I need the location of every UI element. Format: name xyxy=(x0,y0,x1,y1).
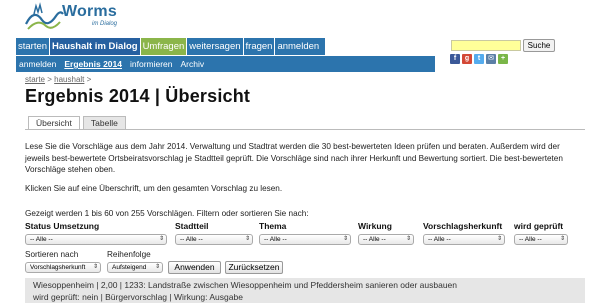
filter-thema-select[interactable]: -- Alle -- ⇕ xyxy=(259,234,351,245)
logo-wave-icon xyxy=(25,2,64,30)
filter-thema-label: Thema xyxy=(259,221,287,231)
nav-starten[interactable]: starten xyxy=(16,38,50,55)
search-button[interactable]: Suche xyxy=(523,39,555,52)
breadcrumb-trail: > xyxy=(86,75,92,84)
chevron-down-icon: ⇕ xyxy=(559,236,565,242)
breadcrumb-separator: > xyxy=(47,75,52,84)
filter-geprueft-value: -- Alle -- xyxy=(519,236,542,243)
order-label: Reihenfolge xyxy=(107,250,151,259)
intro-text: Lese Sie die Vorschläge aus dem Jahr 201… xyxy=(25,142,563,174)
filter-wirkung-select[interactable]: -- Alle -- ⇕ xyxy=(358,234,414,245)
tab-tabelle[interactable]: Tabelle xyxy=(82,116,126,129)
filter-wirkung-value: -- Alle -- xyxy=(363,236,386,243)
share-icon[interactable]: + xyxy=(498,54,508,64)
google-plus-icon[interactable]: g xyxy=(462,54,472,64)
filter-herkunft-select[interactable]: -- Alle -- ⇕ xyxy=(423,234,505,245)
email-icon[interactable]: ✉ xyxy=(486,54,496,64)
order-select[interactable]: Aufsteigend ⇕ xyxy=(107,262,163,273)
result-count: Gezeigt werden 1 bis 60 von 255 Vorschlä… xyxy=(25,209,309,218)
search-input[interactable] xyxy=(451,40,521,51)
result-meta: wird geprüft: nein | Bürgervorschlag | W… xyxy=(33,292,243,302)
logo-name: Worms xyxy=(62,3,117,20)
breadcrumb-section[interactable]: haushalt xyxy=(54,75,84,84)
nav-haushalt-im-dialog[interactable]: Haushalt im Dialog xyxy=(50,38,140,55)
worms-logo[interactable]: Worms im Dialog xyxy=(24,2,124,34)
subnav-ergebnis-2014[interactable]: Ergebnis 2014 xyxy=(64,59,122,69)
subnav-anmelden[interactable]: anmelden xyxy=(19,59,56,69)
order-value: Aufsteigend xyxy=(112,264,147,271)
filter-herkunft-label: Vorschlagsherkunft xyxy=(423,221,503,231)
filter-geprueft-select[interactable]: -- Alle -- ⇕ xyxy=(514,234,568,245)
facebook-icon[interactable]: f xyxy=(450,54,460,64)
filter-stadtteil-label: Stadtteil xyxy=(175,221,209,231)
nav-weitersagen[interactable]: weitersagen xyxy=(187,38,243,55)
logo-tagline: im Dialog xyxy=(92,21,118,27)
nav-fragen[interactable]: fragen xyxy=(243,38,275,55)
subnav-archiv[interactable]: Archiv xyxy=(181,59,205,69)
filter-stadtteil-select[interactable]: -- Alle -- ⇕ xyxy=(175,234,253,245)
sort-value: Vorschlagsherkunft xyxy=(30,264,86,271)
filter-status-label: Status Umsetzung xyxy=(25,221,100,231)
main-nav: starten Haushalt im Dialog Umfragen weit… xyxy=(16,38,326,55)
filter-wirkung-label: Wirkung xyxy=(358,221,392,231)
chevron-down-icon: ⇕ xyxy=(342,236,348,242)
chevron-down-icon: ⇕ xyxy=(92,264,98,270)
social-icons: f g t ✉ + xyxy=(450,54,508,64)
result-list-item[interactable]: Wiesoppenheim | 2,00 | 1233: Landstraße … xyxy=(25,278,585,303)
nav-anmelden[interactable]: anmelden xyxy=(275,38,326,55)
reset-button[interactable]: Zurücksetzen xyxy=(225,261,283,274)
twitter-icon[interactable]: t xyxy=(474,54,484,64)
filter-stadtteil-value: -- Alle -- xyxy=(180,236,203,243)
chevron-down-icon: ⇕ xyxy=(158,236,164,242)
tabs-divider xyxy=(25,129,585,130)
view-tabs: Übersicht Tabelle xyxy=(28,116,126,129)
page-title: Ergebnis 2014 | Übersicht xyxy=(25,86,251,106)
filter-status-select[interactable]: -- Alle -- ⇕ xyxy=(25,234,167,245)
chevron-down-icon: ⇕ xyxy=(154,264,160,270)
sort-label: Sortieren nach xyxy=(25,250,79,259)
tab-uebersicht[interactable]: Übersicht xyxy=(28,116,80,129)
subnav-informieren[interactable]: informieren xyxy=(130,59,173,69)
filter-geprueft-label: wird geprüft xyxy=(514,221,564,231)
breadcrumb: starte > haushalt > xyxy=(25,75,91,84)
nav-umfragen[interactable]: Umfragen xyxy=(140,38,187,55)
chevron-down-icon: ⇕ xyxy=(496,236,502,242)
hint-text: Klicken Sie auf eine Überschrift, um den… xyxy=(25,184,283,193)
sub-nav: anmelden Ergebnis 2014 informieren Archi… xyxy=(16,56,435,72)
result-title[interactable]: Wiesoppenheim | 2,00 | 1233: Landstraße … xyxy=(33,280,457,290)
sort-select[interactable]: Vorschlagsherkunft ⇕ xyxy=(25,262,101,273)
chevron-down-icon: ⇕ xyxy=(244,236,250,242)
filter-thema-value: -- Alle -- xyxy=(264,236,287,243)
filter-herkunft-value: -- Alle -- xyxy=(428,236,451,243)
breadcrumb-home[interactable]: starte xyxy=(25,75,45,84)
apply-button[interactable]: Anwenden xyxy=(168,261,221,274)
filter-status-value: -- Alle -- xyxy=(30,236,53,243)
chevron-down-icon: ⇕ xyxy=(405,236,411,242)
